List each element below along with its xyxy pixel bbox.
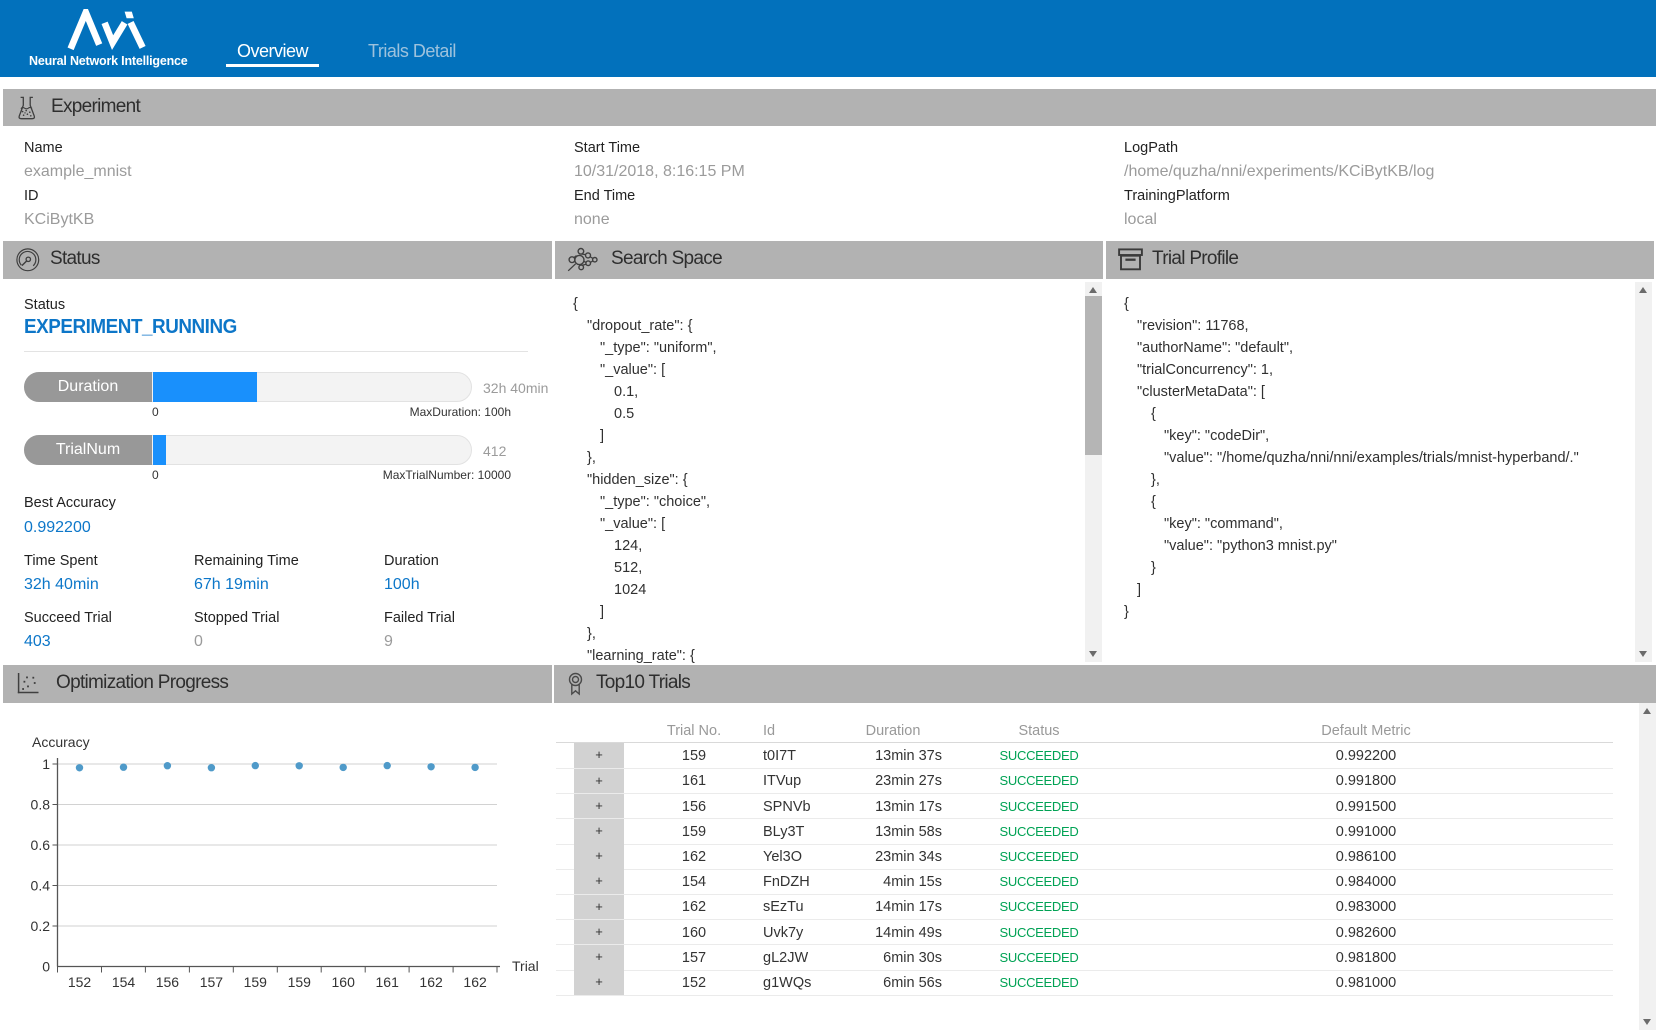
svg-text:160: 160 xyxy=(332,974,356,990)
svg-text:Accuracy: Accuracy xyxy=(32,734,90,750)
svg-text:Trial: Trial xyxy=(512,958,539,974)
svg-text:162: 162 xyxy=(419,974,443,990)
svg-text:157: 157 xyxy=(200,974,224,990)
svg-text:0.2: 0.2 xyxy=(31,918,51,934)
svg-text:154: 154 xyxy=(112,974,136,990)
svg-text:0.6: 0.6 xyxy=(31,837,51,853)
svg-text:156: 156 xyxy=(156,974,180,990)
svg-text:152: 152 xyxy=(68,974,92,990)
svg-text:0.8: 0.8 xyxy=(31,797,51,813)
svg-text:162: 162 xyxy=(463,974,487,990)
svg-text:161: 161 xyxy=(376,974,400,990)
svg-text:0.4: 0.4 xyxy=(31,878,51,894)
svg-text:1: 1 xyxy=(42,756,50,772)
svg-text:159: 159 xyxy=(288,974,312,990)
svg-text:0: 0 xyxy=(42,959,50,975)
svg-text:159: 159 xyxy=(244,974,268,990)
